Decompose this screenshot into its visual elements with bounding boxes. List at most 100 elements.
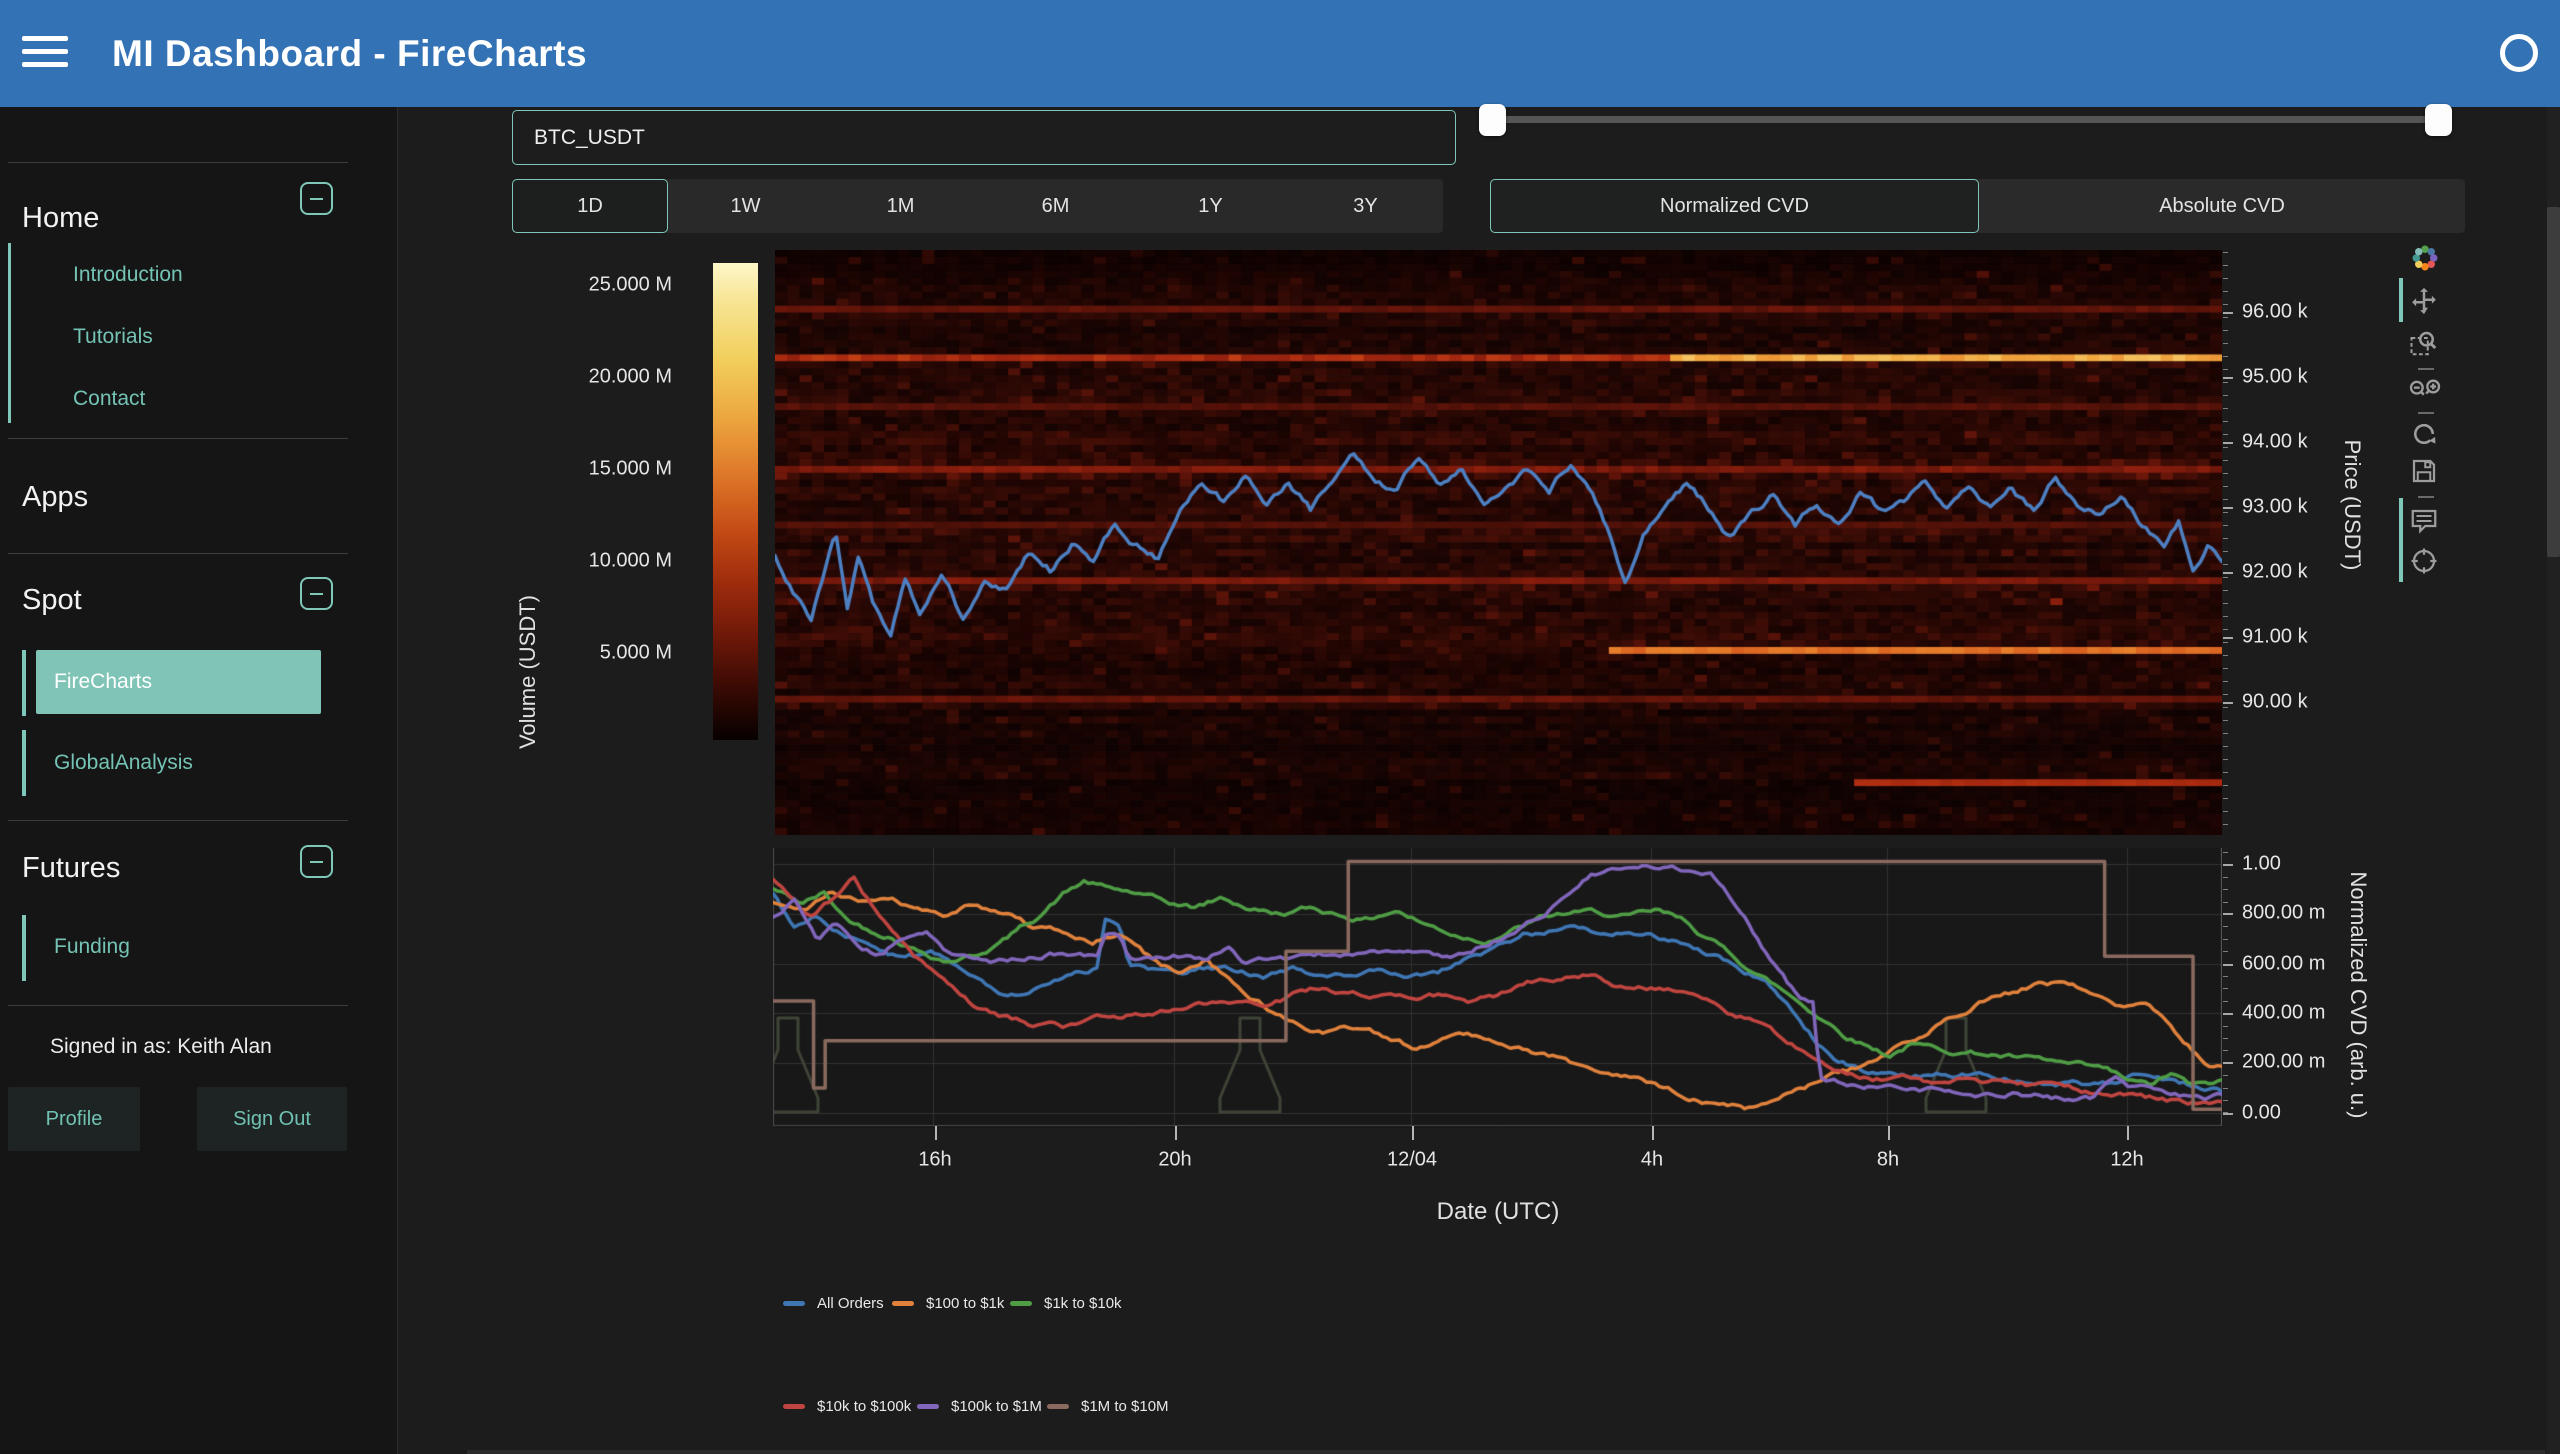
- range-slider-track[interactable]: [1487, 116, 2448, 123]
- timeframe-1w-button[interactable]: 1W: [668, 179, 823, 233]
- legend-label: $100k to $1M: [951, 1398, 1042, 1415]
- legend-item-1m-10m[interactable]: $1M to $10M: [1047, 1398, 1169, 1415]
- absolute-cvd-button[interactable]: Absolute CVD: [1979, 179, 2465, 233]
- axis-tick: [2223, 603, 2228, 604]
- app-header: MI Dashboard - FireCharts: [0, 0, 2560, 107]
- collapse-spot-button[interactable]: [300, 577, 333, 610]
- x-axis-label: 12h: [2110, 1149, 2143, 1172]
- collapse-home-button[interactable]: [300, 182, 333, 215]
- axis-tick: [2223, 1062, 2233, 1064]
- cvd-axis-title: Normalized CVD (arb. u.): [2345, 872, 2371, 1119]
- x-axis-title: Date (UTC): [1437, 1198, 1560, 1226]
- profile-button[interactable]: Profile: [8, 1087, 140, 1151]
- legend-item-100k-1m[interactable]: $100k to $1M: [917, 1398, 1042, 1415]
- sidebar-item-contact[interactable]: Contact: [73, 387, 145, 411]
- axis-tick: [2223, 988, 2228, 989]
- colorbar-tick-label: 20.000 M: [589, 366, 672, 389]
- axis-tick: [2223, 330, 2228, 331]
- sidebar-item-funding[interactable]: Funding: [54, 935, 130, 959]
- axis-tick: [2223, 889, 2228, 890]
- axis-tick: [2223, 668, 2228, 669]
- axis-tick: [2223, 317, 2228, 318]
- timeframe-1y-button[interactable]: 1Y: [1133, 179, 1288, 233]
- divider: [8, 1005, 348, 1006]
- cvd-mode-toggle: Normalized CVD Absolute CVD: [1490, 179, 2465, 233]
- axis-tick: [2223, 785, 2228, 786]
- legend-item-100-1k[interactable]: $100 to $1k: [892, 1295, 1004, 1312]
- colorbar-tick-label: 25.000 M: [589, 274, 672, 297]
- save-snapshot-icon[interactable]: [2408, 456, 2446, 486]
- sidebar-item-introduction[interactable]: Introduction: [73, 263, 183, 287]
- zoom-in-out-icons[interactable]: [2408, 376, 2446, 406]
- axis-tick: [2223, 702, 2233, 704]
- range-slider-handle-right[interactable]: [2425, 104, 2452, 136]
- axis-tick: [1888, 1126, 1890, 1140]
- axis-tick: [2223, 655, 2228, 656]
- legend-item-all-orders[interactable]: All Orders: [783, 1295, 884, 1312]
- hamburger-bar: [22, 49, 68, 54]
- axis-tick: [2223, 577, 2228, 578]
- timeframe-1m-button[interactable]: 1M: [823, 179, 978, 233]
- scrollbar-thumb[interactable]: [2547, 207, 2560, 557]
- autoscale-refresh-icon[interactable]: [2408, 420, 2446, 450]
- axis-tick: [2223, 951, 2228, 952]
- x-axis-label: 8h: [1877, 1149, 1899, 1172]
- symbol-input[interactable]: [512, 110, 1456, 165]
- legend-row: $10k to $100k $100k to $1M $1M to $10M: [783, 1398, 1583, 1418]
- timeframe-6m-button[interactable]: 6M: [978, 179, 1133, 233]
- cvd-line-canvas[interactable]: [773, 848, 2222, 1128]
- sidebar-item-globalanalysis[interactable]: GlobalAnalysis: [54, 751, 193, 775]
- axis-tick: [2223, 694, 2228, 695]
- axis-tick: [2223, 798, 2228, 799]
- signed-in-text: Signed in as: Keith Alan: [50, 1035, 272, 1059]
- axis-tick: [1412, 1126, 1414, 1140]
- legend-label: $100 to $1k: [926, 1295, 1004, 1312]
- legend-item-1k-10k[interactable]: $1k to $10k: [1010, 1295, 1122, 1312]
- collapse-futures-button[interactable]: [300, 845, 333, 878]
- legend-label: $1k to $10k: [1044, 1295, 1122, 1312]
- timeframe-1d-button[interactable]: 1D: [512, 179, 668, 233]
- legend-label: All Orders: [817, 1295, 884, 1312]
- axis-tick: [2223, 939, 2228, 940]
- sign-out-button[interactable]: Sign Out: [197, 1087, 347, 1151]
- normalized-cvd-button[interactable]: Normalized CVD: [1490, 179, 1979, 233]
- sidebar-item-tutorials[interactable]: Tutorials: [73, 325, 153, 349]
- axis-tick: [2223, 499, 2228, 500]
- price-axis-title: Price (USDT): [2339, 440, 2365, 571]
- divider: [467, 1450, 2545, 1454]
- minus-icon: [310, 861, 323, 863]
- price-axis-label: 95.00 k: [2242, 366, 2308, 389]
- axis-tick: [2223, 746, 2228, 747]
- timeframe-3y-button[interactable]: 3Y: [1288, 179, 1443, 233]
- legend-item-10k-100k[interactable]: $10k to $100k: [783, 1398, 911, 1415]
- price-heatmap-canvas[interactable]: [775, 250, 2222, 835]
- axis-tick: [2223, 772, 2228, 773]
- axis-tick: [2223, 291, 2228, 292]
- divider: [8, 820, 348, 821]
- axis-tick: [1175, 1126, 1177, 1140]
- cvd-axis-label: 800.00 m: [2242, 902, 2325, 925]
- box-zoom-tool-icon[interactable]: [2408, 328, 2446, 358]
- range-slider-handle-left[interactable]: [1479, 104, 1506, 136]
- axis-tick: [2223, 382, 2228, 383]
- legend-label: $1M to $10M: [1081, 1398, 1169, 1415]
- spikelines-crosshair-icon[interactable]: [2408, 546, 2446, 576]
- axis-tick: [2223, 421, 2228, 422]
- legend-row: All Orders $100 to $1k $1k to $10k: [783, 1295, 1583, 1315]
- axis-tick: [2223, 1038, 2228, 1039]
- x-axis-label: 12/04: [1387, 1149, 1437, 1172]
- axis-tick: [2223, 265, 2228, 266]
- plotly-logo-icon[interactable]: [2408, 243, 2446, 273]
- axis-tick: [2223, 642, 2228, 643]
- axis-tick: [2223, 707, 2228, 708]
- axis-tick: [2223, 877, 2228, 878]
- axis-tick: [2223, 616, 2228, 617]
- modebar-separator: [2418, 496, 2434, 498]
- pan-tool-icon[interactable]: [2408, 286, 2446, 316]
- axis-tick: [2127, 1126, 2129, 1140]
- hamburger-menu-icon[interactable]: [22, 36, 68, 72]
- axis-tick: [2223, 824, 2228, 825]
- axis-tick: [2223, 525, 2228, 526]
- hover-tooltip-icon[interactable]: [2408, 506, 2446, 536]
- sidebar-item-firecharts[interactable]: FireCharts: [36, 650, 321, 714]
